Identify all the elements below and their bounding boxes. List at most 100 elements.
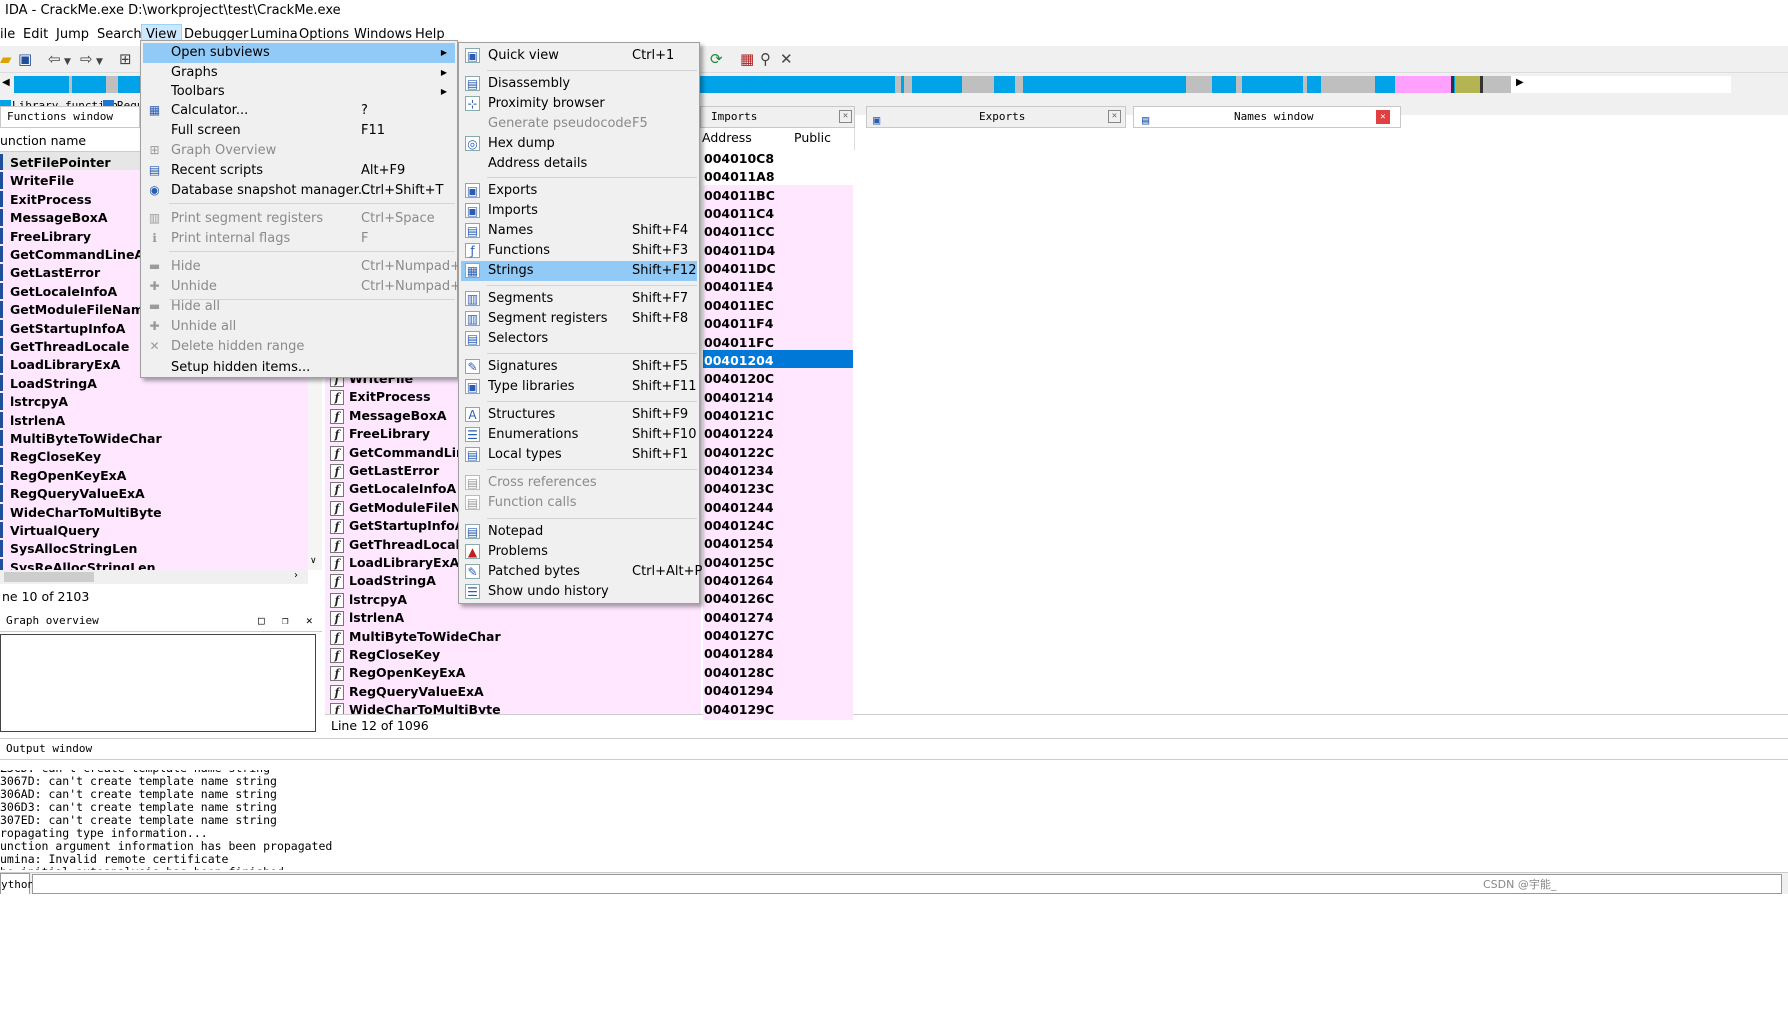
subview-item-proximity-browser[interactable]: ⊹ Proximity browser — [461, 94, 697, 114]
back-icon[interactable]: ⇦ — [48, 51, 61, 67]
close-icon[interactable]: ✕ — [306, 610, 313, 632]
subview-item-structures[interactable]: A Structures Shift+F9 — [461, 405, 697, 425]
function-icon: f — [330, 500, 344, 516]
subview-item-cross-references[interactable]: ▤ Cross references — [461, 473, 697, 493]
tab-imports[interactable]: Imports ✕ — [700, 106, 855, 128]
interpreter-button[interactable]: ython — [0, 873, 34, 895]
menu-item-shortcut: Shift+F3 — [632, 243, 689, 258]
subview-item-notepad[interactable]: ▤ Notepad — [461, 522, 697, 542]
maximize-icon[interactable]: □ — [258, 610, 265, 632]
view-menu-item-hide-all[interactable]: ▬ Hide all — [143, 297, 455, 317]
menu-jump[interactable]: Jump — [52, 24, 93, 45]
menu-item-label: Segments — [488, 291, 554, 306]
view-menu-item-recent-scripts[interactable]: ▤ Recent scripts Alt+F9 — [143, 161, 455, 181]
names-col-address[interactable]: Address — [702, 128, 752, 148]
view-menu-item-hide[interactable]: ▬ Hide Ctrl+Numpad+- — [143, 257, 466, 277]
subview-item-segment-registers[interactable]: ▥ Segment registers Shift+F8 — [461, 309, 697, 329]
open-icon[interactable]: ▰ — [0, 51, 12, 67]
menu-item-label: Quick view — [488, 48, 559, 63]
hide-all-icon: ▬ — [148, 299, 161, 313]
subview-item-patched-bytes[interactable]: ✎ Patched bytes Ctrl+Alt+P — [461, 562, 702, 582]
scroll-down-icon[interactable]: ∨ — [310, 556, 317, 566]
view-menu-item-print-internal-flags[interactable]: ℹ Print internal flags F — [143, 229, 455, 249]
view-menu-item-graphs[interactable]: Graphs ▶ — [143, 63, 455, 83]
names-row-address: 00401264 — [704, 573, 774, 589]
debug-icon[interactable]: ▦ — [740, 51, 754, 67]
function-name: SysAllocStringLen — [10, 541, 138, 557]
functions-column-header[interactable]: unction name — [0, 128, 140, 152]
menu-search[interactable]: Search — [93, 24, 146, 45]
subview-item-disassembly[interactable]: ▤ Disassembly — [461, 74, 697, 94]
toolbar-icon[interactable]: ⊞ — [119, 51, 132, 67]
nav-left-arrow-icon[interactable]: ◀ — [2, 77, 10, 88]
output-text: Z3CD: can't create template name string3… — [0, 770, 1788, 870]
subview-item-segments[interactable]: ▥ Segments Shift+F7 — [461, 289, 697, 309]
center-status: Line 12 of 1096 — [325, 714, 1788, 736]
menu-item-label: Calculator... — [171, 103, 249, 118]
type-libraries-icon: ▣ — [465, 379, 480, 394]
view-menu-item-full-screen[interactable]: Full screen F11 — [143, 121, 455, 141]
menu-edit[interactable]: Edit — [19, 24, 52, 45]
nav-right-arrow-icon[interactable]: ▶ — [1516, 77, 1524, 88]
tab-exports[interactable]: ▣ Exports ✕ — [866, 106, 1126, 128]
menu-item-label: Database snapshot manager... — [171, 183, 371, 198]
subview-item-selectors[interactable]: ▤ Selectors — [461, 329, 697, 349]
save-icon[interactable]: ▣ — [18, 51, 32, 67]
command-bar: ython CSDN @宇能_ — [0, 872, 1788, 895]
subview-item-signatures[interactable]: ✎ Signatures Shift+F5 — [461, 357, 697, 377]
subview-item-quick-view[interactable]: ▣ Quick view Ctrl+1 — [461, 46, 697, 66]
view-menu-item-toolbars[interactable]: Toolbars ▶ — [143, 82, 455, 102]
subview-item-enumerations[interactable]: ☰ Enumerations Shift+F10 — [461, 425, 697, 445]
subview-item-names[interactable]: ▤ Names Shift+F4 — [461, 221, 697, 241]
detach-icon[interactable]: ✕ — [780, 51, 793, 67]
tab-imports-close-icon[interactable]: ✕ — [839, 110, 852, 123]
tab-exports-close-icon[interactable]: ✕ — [1108, 110, 1121, 123]
names-header[interactable]: Address Public — [700, 128, 855, 150]
refresh-icon[interactable]: ⟳ — [710, 51, 723, 67]
tab-names-close-icon[interactable]: ✕ — [1376, 110, 1390, 124]
subview-item-type-libraries[interactable]: ▣ Type libraries Shift+F11 — [461, 377, 697, 397]
output-window-tab[interactable]: Output window — [0, 738, 1788, 760]
view-menu-item-graph-overview[interactable]: ⊞ Graph Overview — [143, 141, 455, 161]
subview-item-address-details[interactable]: Address details — [461, 154, 697, 174]
subview-item-function-calls[interactable]: ▤ Function calls — [461, 493, 697, 513]
menu-item-label: Graphs — [171, 65, 218, 80]
subview-item-imports[interactable]: ▣ Imports — [461, 201, 697, 221]
view-menu-item-unhide-all[interactable]: ✚ Unhide all — [143, 317, 455, 337]
subview-item-generate-pseudocode[interactable]: Generate pseudocode F5 — [461, 114, 697, 134]
center-function-name: MessageBoxA — [349, 407, 447, 423]
functions-hscroll[interactable]: › — [0, 570, 308, 584]
segment-registers-icon: ▥ — [148, 211, 161, 225]
subview-item-local-types[interactable]: ▤ Local types Shift+F1 — [461, 445, 697, 465]
subview-item-functions[interactable]: ƒ Functions Shift+F3 — [461, 241, 697, 261]
subview-item-exports[interactable]: ▣ Exports — [461, 181, 697, 201]
subview-item-show-undo-history[interactable]: ☰ Show undo history — [461, 582, 697, 602]
hscroll-thumb[interactable] — [4, 572, 94, 582]
graph-overview-tab[interactable]: Graph overview □ ❐ ✕ — [0, 610, 322, 632]
restore-icon[interactable]: ❐ — [282, 610, 289, 632]
center-function-row[interactable]: f WideCharToMultiByte — [330, 699, 501, 715]
back-dropdown-icon[interactable]: ▼ — [64, 54, 71, 70]
view-menu-item-calculator[interactable]: ▦ Calculator...? — [143, 101, 455, 121]
forward-dropdown-icon[interactable]: ▼ — [96, 54, 103, 70]
menu-file[interactable]: ile — [0, 24, 19, 45]
subview-item-problems[interactable]: ▲ Problems — [461, 542, 697, 562]
tab-names-window[interactable]: ▤ Names window ✕ — [1133, 106, 1401, 128]
function-row[interactable]: SysReAllocStringLen — [0, 556, 308, 570]
view-menu-item-open-subviews[interactable]: Open subviews ▶ — [143, 43, 455, 63]
forward-icon[interactable]: ⇨ — [80, 51, 93, 67]
view-menu-item-unhide[interactable]: ✚ Unhide Ctrl+Numpad++ — [143, 277, 471, 297]
view-menu-item-delete-hidden-range[interactable]: ✕ Delete hidden range — [143, 337, 455, 357]
names-col-public[interactable]: Public — [794, 128, 831, 148]
functions-window-tab[interactable]: Functions window — [0, 106, 140, 128]
subview-item-strings[interactable]: ▦ Strings Shift+F12 — [461, 261, 697, 281]
view-menu-item-database-snapshot-manager[interactable]: ◉ Database snapshot manager... Ctrl+Shift+… — [143, 181, 455, 201]
scroll-right-icon[interactable]: › — [294, 570, 298, 581]
graph-overview-canvas[interactable] — [0, 634, 316, 732]
names-row[interactable]: 0040129C — [703, 698, 853, 720]
view-menu-item-setup-hidden-items[interactable]: Setup hidden items... — [143, 358, 455, 378]
attach-icon[interactable]: ⚲ — [760, 51, 771, 67]
view-menu-item-print-segment-registers[interactable]: ▥ Print segment registers Ctrl+Space — [143, 209, 455, 229]
subview-item-hex-dump[interactable]: ◎ Hex dump — [461, 134, 697, 154]
row-marker — [0, 227, 3, 245]
